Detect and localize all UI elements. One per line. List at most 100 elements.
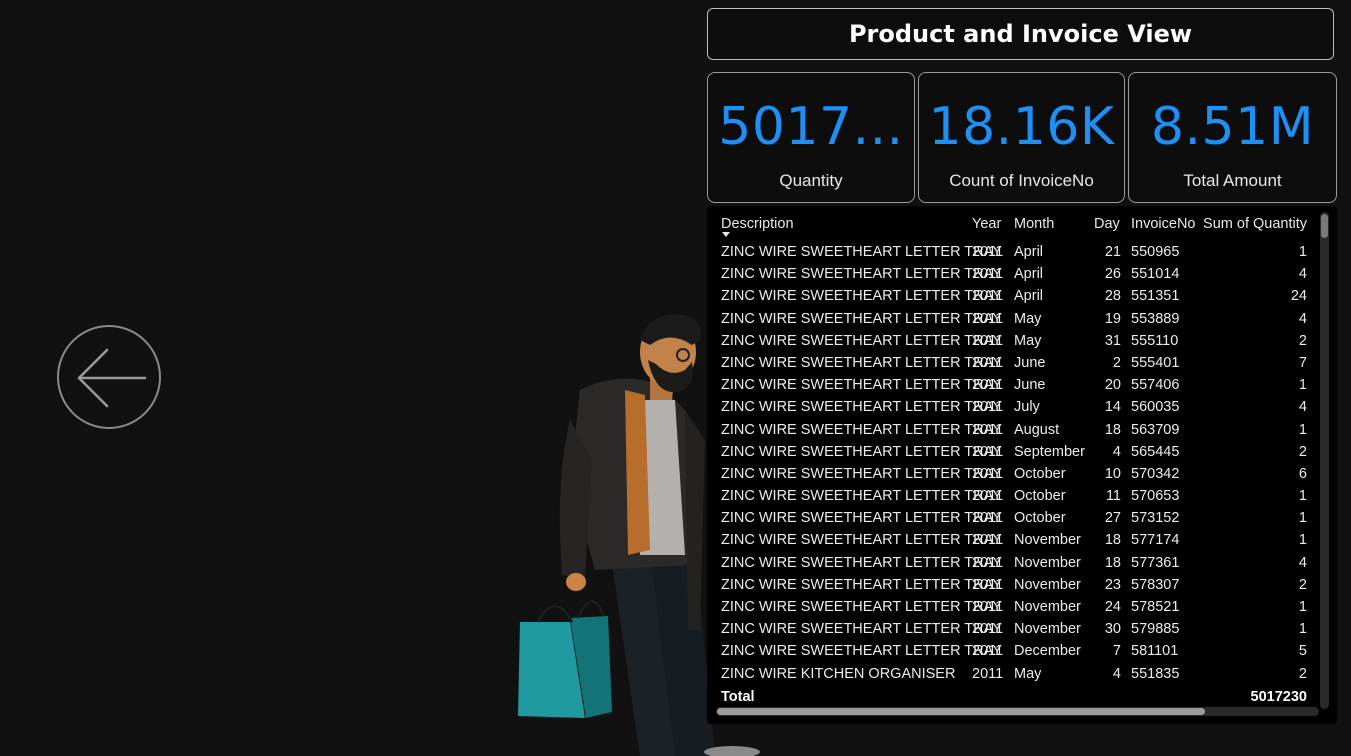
table-row[interactable]: ZINC WIRE SWEETHEART LETTER TRAY 2011 Octo… [707,508,1319,530]
kpi-card-total-amount[interactable]: 8.51M Total Amount [1128,72,1337,203]
cell-year: 2011 [972,310,1004,327]
cell-year: 2011 [972,554,1004,571]
cell-month: April [1014,288,1044,305]
table-row[interactable]: ZINC WIRE SWEETHEART LETTER TRAY 2011 June… [707,353,1319,375]
cell-year: 2011 [972,576,1004,593]
cell-day: 10 [1104,465,1121,482]
column-header-year[interactable]: Year [972,216,1001,232]
cell-day: 19 [1104,310,1121,327]
cell-quantity: 1 [1298,244,1307,260]
total-quantity: 5017230 [1250,689,1307,705]
cell-month: May [1014,665,1042,682]
cell-invoiceno: 579885 [1131,621,1180,638]
total-label: Total [721,689,755,705]
cell-quantity: 4 [1298,266,1307,283]
cell-invoiceno: 560035 [1131,399,1180,416]
cell-description: ZINC WIRE SWEETHEART LETTER TRAY [721,532,1002,549]
cell-description: ZINC WIRE SWEETHEART LETTER TRAY [721,554,1002,571]
cell-quantity: 2 [1298,665,1307,682]
table-row[interactable]: ZINC WIRE SWEETHEART LETTER TRAY 2011 Augu… [707,420,1319,442]
cell-year: 2011 [972,488,1004,505]
kpi-card-invoice-count[interactable]: 18.16K Count of InvoiceNo [918,72,1125,203]
cell-description: ZINC WIRE SWEETHEART LETTER TRAY [721,576,1002,593]
cell-year: 2011 [972,399,1004,416]
cell-invoiceno: 551351 [1131,288,1180,305]
cell-month: May [1014,332,1042,349]
cell-month: November [1014,576,1081,593]
table-row[interactable]: ZINC WIRE SWEETHEART LETTER TRAY 2011 Octo… [707,464,1319,486]
cell-day: 24 [1104,599,1121,615]
cell-day: 28 [1104,288,1121,305]
table-row[interactable]: ZINC WIRE SWEETHEART LETTER TRAY 2011 May 1… [707,309,1319,331]
column-header-invoiceno[interactable]: InvoiceNo [1131,216,1195,232]
cell-quantity: 2 [1298,332,1307,349]
cell-description: ZINC WIRE SWEETHEART LETTER TRAY [721,465,1002,482]
cell-description: ZINC WIRE SWEETHEART LETTER TRAY [721,310,1002,327]
cell-quantity: 1 [1298,377,1307,394]
horizontal-scrollbar[interactable] [716,707,1319,716]
arrow-left-icon [77,348,147,408]
table-row[interactable]: ZINC WIRE SWEETHEART LETTER TRAY 2011 Sept… [707,442,1319,464]
cell-description: ZINC WIRE SWEETHEART LETTER TRAY [721,488,1002,505]
scrollbar-thumb[interactable] [717,708,1205,715]
cell-description: ZINC WIRE SWEETHEART LETTER TRAY [721,643,1002,660]
cell-month: April [1014,244,1044,260]
table-row[interactable]: ZINC WIRE SWEETHEART LETTER TRAY 2011 May 3… [707,331,1319,353]
table-row[interactable]: ZINC WIRE SWEETHEART LETTER TRAY 2011 Nove… [707,619,1319,641]
cell-quantity: 1 [1298,532,1307,549]
vertical-scrollbar[interactable] [1320,212,1329,709]
table-row[interactable]: ZINC WIRE KITCHEN ORGANISER 2011 May 4 55183… [707,664,1319,686]
cell-year: 2011 [972,643,1004,660]
cell-quantity: 7 [1298,354,1307,371]
cell-day: 20 [1104,377,1121,394]
table-row[interactable]: ZINC WIRE SWEETHEART LETTER TRAY 2011 Octo… [707,486,1319,508]
cell-description: ZINC WIRE SWEETHEART LETTER TRAY [721,599,1002,615]
cell-invoiceno: 551835 [1131,665,1180,682]
cell-year: 2011 [972,621,1004,638]
cell-year: 2011 [972,354,1004,371]
table-row[interactable]: ZINC WIRE SWEETHEART LETTER TRAY 2011 Nove… [707,530,1319,552]
table-row[interactable]: ZINC WIRE SWEETHEART LETTER TRAY 2011 Apri… [707,242,1319,264]
table-row[interactable]: ZINC WIRE SWEETHEART LETTER TRAY 2011 Dece… [707,641,1319,663]
cell-day: 18 [1104,554,1121,571]
cell-invoiceno: 551014 [1131,266,1180,283]
cell-year: 2011 [972,599,1004,615]
cell-quantity: 4 [1298,310,1307,327]
back-button[interactable] [57,325,161,429]
cell-quantity: 1 [1298,599,1307,615]
cell-invoiceno: 573152 [1131,510,1180,527]
cell-invoiceno: 555110 [1131,332,1179,349]
table-row[interactable]: ZINC WIRE SWEETHEART LETTER TRAY 2011 June… [707,375,1319,397]
scrollbar-thumb[interactable] [1321,214,1328,238]
cell-quantity: 1 [1298,488,1307,505]
cell-month: November [1014,621,1081,638]
table-header: Description Year Month Day InvoiceNo Sum… [707,206,1319,246]
kpi-card-quantity[interactable]: 5017... Quantity [707,72,915,203]
table-row[interactable]: ZINC WIRE SWEETHEART LETTER TRAY 2011 July… [707,397,1319,419]
cell-quantity: 2 [1298,576,1307,593]
table-row[interactable]: ZINC WIRE SWEETHEART LETTER TRAY 2011 Apri… [707,286,1319,308]
cell-description: ZINC WIRE SWEETHEART LETTER TRAY [721,244,1002,260]
cell-description: ZINC WIRE SWEETHEART LETTER TRAY [721,443,1002,460]
cell-day: 7 [1112,643,1121,660]
cell-invoiceno: 577174 [1131,532,1180,549]
cell-day: 23 [1104,576,1121,593]
table-row[interactable]: ZINC WIRE SWEETHEART LETTER TRAY 2011 Nove… [707,553,1319,575]
cell-description: ZINC WIRE SWEETHEART LETTER TRAY [721,399,1002,416]
cell-day: 18 [1104,421,1121,438]
cell-month: May [1014,310,1042,327]
cell-year: 2011 [972,288,1004,305]
cell-day: 4 [1112,665,1121,682]
column-header-month[interactable]: Month [1014,216,1054,232]
cell-day: 31 [1104,332,1121,349]
column-header-description[interactable]: Description [721,216,794,232]
kpi-value: 5017... [718,101,904,153]
cell-invoiceno: 577361 [1131,554,1180,571]
kpi-label: Count of InvoiceNo [949,171,1094,190]
table-row[interactable]: ZINC WIRE SWEETHEART LETTER TRAY 2011 Apri… [707,264,1319,286]
column-header-day[interactable]: Day [1094,216,1120,232]
table-row[interactable]: ZINC WIRE SWEETHEART LETTER TRAY 2011 Nove… [707,597,1319,619]
column-header-sum-of-quantity[interactable]: Sum of Quantity [1203,216,1307,232]
cell-month: October [1014,465,1066,482]
table-row[interactable]: ZINC WIRE SWEETHEART LETTER TRAY 2011 Nove… [707,575,1319,597]
